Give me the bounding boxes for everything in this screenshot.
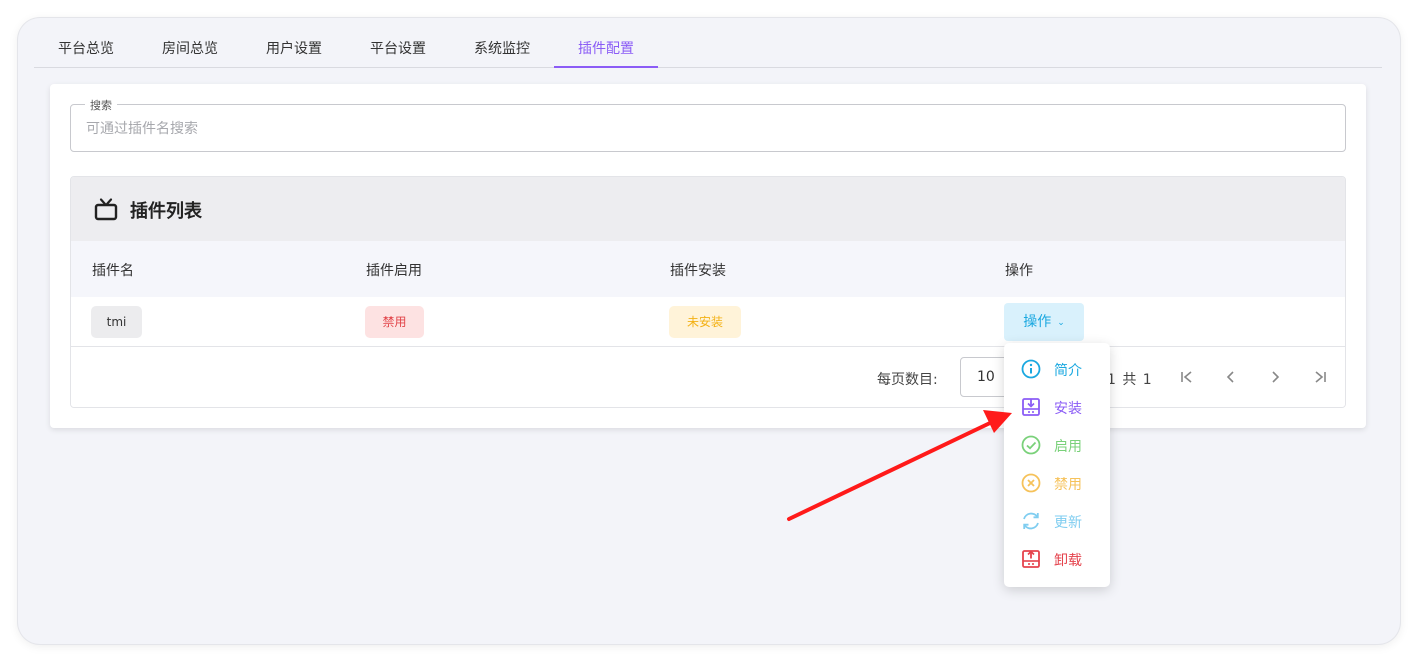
menu-item-label: 安装 xyxy=(1054,401,1082,417)
menu-item-label: 卸载 xyxy=(1054,553,1082,569)
menu-item-install[interactable]: 安装 xyxy=(1004,388,1110,426)
uninstall-icon xyxy=(1022,550,1040,568)
plugin-list-panel: 插件列表 插件名 插件启用 插件安装 操作 tmi 禁用 未安装 操作 ⌄ 每页数… xyxy=(70,176,1346,408)
next-page-icon[interactable] xyxy=(1263,365,1287,389)
column-header-installed: 插件安装 xyxy=(670,263,726,279)
tab-platform-settings[interactable]: 平台设置 xyxy=(346,18,450,68)
refresh-icon xyxy=(1023,512,1039,530)
column-header-name: 插件名 xyxy=(92,263,134,279)
menu-item-label: 禁用 xyxy=(1054,477,1082,493)
menu-item-intro[interactable]: 简介 xyxy=(1004,350,1110,388)
actions-button-label: 操作 xyxy=(1023,314,1052,330)
install-icon xyxy=(1022,398,1040,416)
plugin-card: 搜索 插件列表 插件名 插件启用 插件安装 操作 tmi 禁用 xyxy=(50,84,1366,428)
first-page-icon[interactable] xyxy=(1175,365,1199,389)
search-field: 搜索 xyxy=(70,97,1346,152)
install-status-badge: 未安装 xyxy=(669,306,741,338)
tab-platform-overview[interactable]: 平台总览 xyxy=(34,18,138,68)
table-header: 插件名 插件启用 插件安装 操作 xyxy=(71,241,1345,297)
menu-item-label: 简介 xyxy=(1054,363,1082,379)
actions-dropdown-button[interactable]: 操作 ⌄ xyxy=(1004,303,1084,341)
menu-item-label: 启用 xyxy=(1054,439,1082,455)
menu-item-update[interactable]: 更新 xyxy=(1004,502,1110,540)
tab-user-settings[interactable]: 用户设置 xyxy=(242,18,346,68)
menu-item-label: 更新 xyxy=(1054,515,1082,531)
column-header-enabled: 插件启用 xyxy=(366,263,422,279)
panel-title: 插件列表 xyxy=(130,201,202,222)
chevron-down-icon: ⌄ xyxy=(1057,318,1065,328)
x-circle-icon xyxy=(1021,473,1041,493)
search-input[interactable] xyxy=(86,118,1326,140)
top-tabs: 平台总览 房间总览 用户设置 平台设置 系统监控 插件配置 xyxy=(34,18,1382,68)
tab-room-overview[interactable]: 房间总览 xyxy=(138,18,242,68)
search-legend: 搜索 xyxy=(85,97,117,113)
enabled-status-badge: 禁用 xyxy=(365,306,424,338)
tab-plugin-config[interactable]: 插件配置 xyxy=(554,18,658,68)
menu-item-disable[interactable]: 禁用 xyxy=(1004,464,1110,502)
app-window: 平台总览 房间总览 用户设置 平台设置 系统监控 插件配置 搜索 插件列表 插件… xyxy=(18,18,1400,644)
menu-item-enable[interactable]: 启用 xyxy=(1004,426,1110,464)
tab-system-monitor[interactable]: 系统监控 xyxy=(450,18,554,68)
actions-dropdown-menu: 简介 安装 启用 禁用 更新 卸载 xyxy=(1004,343,1110,587)
prev-page-icon[interactable] xyxy=(1219,365,1243,389)
plugin-name-chip: tmi xyxy=(91,306,142,338)
panel-header: 插件列表 xyxy=(71,177,1345,241)
rows-per-page-label: 每页数目: xyxy=(877,372,938,388)
page-info: 1 共 1 xyxy=(1107,372,1153,388)
info-icon xyxy=(1021,359,1041,379)
check-circle-icon xyxy=(1021,435,1041,455)
column-header-actions: 操作 xyxy=(1005,263,1033,279)
pagination-bar: 每页数目: 10 1 共 1 xyxy=(71,347,1345,407)
table-row: tmi 禁用 未安装 操作 ⌄ xyxy=(71,297,1345,347)
last-page-icon[interactable] xyxy=(1308,365,1332,389)
tv-icon xyxy=(94,198,118,221)
menu-item-uninstall[interactable]: 卸载 xyxy=(1004,540,1110,578)
